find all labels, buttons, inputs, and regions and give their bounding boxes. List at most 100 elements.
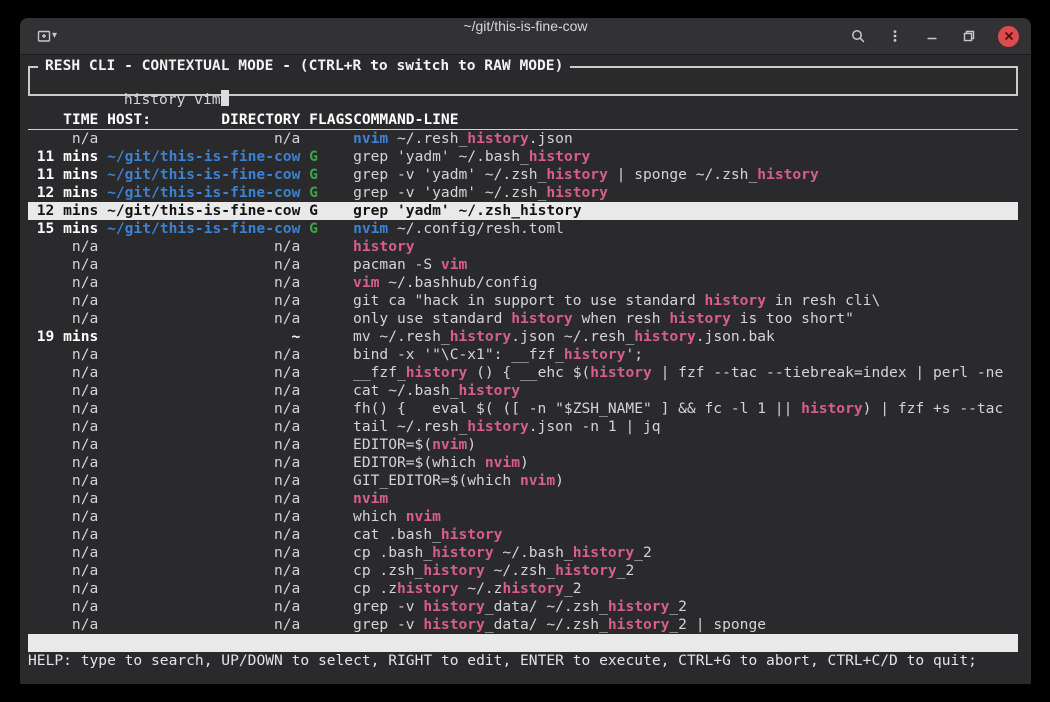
history-row[interactable]: n/a n/a grep -v history_data/ ~/.zsh_histo… bbox=[28, 616, 1018, 634]
history-row[interactable]: n/a n/a cat .bash_history bbox=[28, 526, 1018, 544]
status-bar: 2020-05-11 12:01:51 tower:~/git/this-is-… bbox=[28, 634, 1018, 652]
minimize-button[interactable] bbox=[924, 28, 940, 44]
row-flags: G bbox=[309, 220, 353, 238]
row-flags bbox=[309, 580, 353, 598]
row-host: n/a bbox=[107, 508, 300, 526]
row-command: grep -v history_data/ ~/.zsh_history_2 |… bbox=[353, 616, 1018, 634]
row-host: n/a bbox=[107, 472, 300, 490]
history-row[interactable]: n/an/anvim bbox=[28, 490, 1018, 508]
history-row[interactable]: n/an/afh() { eval $( ([ -n "$ZSH_NAME" ]… bbox=[28, 400, 1018, 418]
row-flags bbox=[309, 310, 353, 328]
row-time: n/a bbox=[28, 418, 98, 436]
header-directory: DIRECTORY bbox=[221, 111, 300, 129]
row-host: ~/git/this-is-fine-cow bbox=[107, 148, 300, 166]
row-flags bbox=[309, 436, 353, 454]
history-row[interactable]: n/an/acp .bash_history ~/.bash_history_2 bbox=[28, 544, 1018, 562]
window-titlebar[interactable]: ▾ ~/git/this-is-fine-cow bbox=[20, 18, 1031, 55]
row-time: n/a bbox=[28, 238, 98, 256]
row-flags bbox=[309, 616, 353, 634]
row-flags bbox=[309, 598, 353, 616]
row-host: ~/git/this-is-fine-cow bbox=[107, 202, 300, 220]
row-host: ~/git/this-is-fine-cow bbox=[107, 166, 300, 184]
history-row-selected[interactable]: 12 mins~/git/this-is-fine-cowGgrep 'yadm… bbox=[28, 202, 1018, 220]
menu-button[interactable] bbox=[887, 28, 903, 44]
resh-search-box: RESH CLI - CONTEXTUAL MODE - (CTRL+R to … bbox=[28, 66, 1018, 96]
restore-button[interactable] bbox=[961, 28, 977, 44]
row-time: n/a bbox=[28, 382, 98, 400]
row-host: n/a bbox=[107, 616, 300, 634]
history-row[interactable]: n/an/acp .zhistory ~/.zhistory_2 bbox=[28, 580, 1018, 598]
row-flags bbox=[309, 400, 353, 418]
row-time: n/a bbox=[28, 544, 98, 562]
history-row[interactable]: n/an/agit ca "hack in support to use sta… bbox=[28, 292, 1018, 310]
header-host: HOST: bbox=[107, 111, 151, 129]
row-command: mv ~/.resh_history.json ~/.resh_history.… bbox=[353, 328, 1018, 346]
search-button[interactable] bbox=[850, 28, 866, 44]
row-command: only use standard history when resh hist… bbox=[353, 310, 1018, 328]
row-time: n/a bbox=[28, 508, 98, 526]
header-command: COMMAND-LINE bbox=[353, 111, 1018, 129]
row-command: cat .bash_history bbox=[353, 526, 1018, 544]
row-host: n/a bbox=[107, 400, 300, 418]
row-time: n/a bbox=[28, 616, 98, 634]
row-host: n/a bbox=[107, 454, 300, 472]
row-command: cp .zsh_history ~/.zsh_history_2 bbox=[353, 562, 1018, 580]
chevron-down-icon: ▾ bbox=[52, 31, 57, 41]
history-row[interactable]: n/an/aonly use standard history when res… bbox=[28, 310, 1018, 328]
row-time: 11 mins bbox=[28, 148, 98, 166]
history-row[interactable]: n/an/avim ~/.bashhub/config bbox=[28, 274, 1018, 292]
row-flags bbox=[309, 454, 353, 472]
row-host: n/a bbox=[107, 418, 300, 436]
row-host: n/a bbox=[107, 580, 300, 598]
row-flags bbox=[309, 364, 353, 382]
row-host: n/a bbox=[107, 130, 300, 148]
history-row[interactable]: n/an/atail ~/.resh_history.json -n 1 | j… bbox=[28, 418, 1018, 436]
new-tab-button[interactable]: ▾ bbox=[36, 28, 57, 44]
close-icon bbox=[1003, 30, 1015, 42]
history-row[interactable]: 19 mins~mv ~/.resh_history.json ~/.resh_… bbox=[28, 328, 1018, 346]
history-row[interactable]: 11 mins~/git/this-is-fine-cowGgrep -v 'y… bbox=[28, 166, 1018, 184]
row-time: n/a bbox=[28, 346, 98, 364]
history-row[interactable]: n/an/aEDITOR=$(nvim) bbox=[28, 436, 1018, 454]
row-command: git ca "hack in support to use standard … bbox=[353, 292, 1018, 310]
row-host: n/a bbox=[107, 346, 300, 364]
history-row[interactable]: 11 mins~/git/this-is-fine-cowGgrep 'yadm… bbox=[28, 148, 1018, 166]
row-time: n/a bbox=[28, 562, 98, 580]
row-host: n/a bbox=[107, 490, 300, 508]
history-row[interactable]: n/an/ahistory bbox=[28, 238, 1018, 256]
history-row[interactable]: n/an/apacman -S vim bbox=[28, 256, 1018, 274]
row-flags bbox=[309, 490, 353, 508]
row-host: n/a bbox=[107, 310, 300, 328]
row-command: cp .bash_history ~/.bash_history_2 bbox=[353, 544, 1018, 562]
history-row[interactable]: n/an/aGIT_EDITOR=$(which nvim) bbox=[28, 472, 1018, 490]
row-command: EDITOR=$(which nvim) bbox=[353, 454, 1018, 472]
history-row[interactable]: n/an/abind -x '"\C-x1": __fzf_history'; bbox=[28, 346, 1018, 364]
row-flags bbox=[309, 382, 353, 400]
history-row[interactable]: n/an/acat ~/.bash_history bbox=[28, 382, 1018, 400]
row-time: n/a bbox=[28, 454, 98, 472]
row-time: 12 mins bbox=[28, 202, 98, 220]
new-tab-icon bbox=[36, 28, 52, 44]
history-row[interactable]: n/an/agrep -v history_data/ ~/.zsh_histo… bbox=[28, 598, 1018, 616]
close-button[interactable] bbox=[998, 26, 1019, 47]
history-row[interactable]: n/an/a__fzf_history () { __ehc $(history… bbox=[28, 364, 1018, 382]
history-row[interactable]: n/an/anvim ~/.resh_history.json bbox=[28, 130, 1018, 148]
row-host: n/a bbox=[107, 526, 300, 544]
history-row[interactable]: n/a n/a which nvim bbox=[28, 508, 1018, 526]
row-host: n/a bbox=[107, 256, 300, 274]
row-time: n/a bbox=[28, 526, 98, 544]
row-time: n/a bbox=[28, 580, 98, 598]
history-row[interactable]: n/a n/a EDITOR=$(which nvim) bbox=[28, 454, 1018, 472]
row-command: fh() { eval $( ([ -n "$ZSH_NAME" ] && fc… bbox=[353, 400, 1018, 418]
row-time: n/a bbox=[28, 256, 98, 274]
row-command: which nvim bbox=[353, 508, 1018, 526]
history-row[interactable]: 12 mins~/git/this-is-fine-cowGgrep -v 'y… bbox=[28, 184, 1018, 202]
history-row[interactable]: 15 mins~/git/this-is-fine-cowGnvim ~/.co… bbox=[28, 220, 1018, 238]
history-row[interactable]: n/an/acp .zsh_history ~/.zsh_history_2 bbox=[28, 562, 1018, 580]
row-host: ~/git/this-is-fine-cow bbox=[107, 184, 300, 202]
row-host: ~ bbox=[107, 328, 300, 346]
history-list: n/an/anvim ~/.resh_history.json11 mins~/… bbox=[28, 130, 1018, 634]
row-flags bbox=[309, 328, 353, 346]
kebab-menu-icon bbox=[887, 28, 903, 44]
search-query-text: history vim bbox=[124, 91, 221, 108]
